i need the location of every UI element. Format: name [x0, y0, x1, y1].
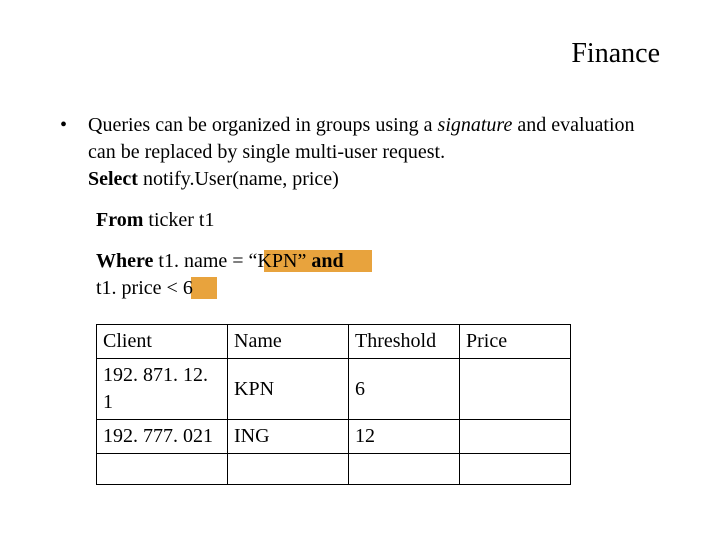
select-rest: notify.User(name, price) [138, 168, 339, 190]
bullet-marker: • [60, 112, 88, 193]
data-table-wrap: Client Name Threshold Price 192. 871. 12… [96, 324, 660, 485]
table-header-cell: Price [460, 325, 571, 359]
table-cell [228, 454, 349, 485]
table-row: 192. 777. 021 ING 12 [97, 420, 571, 454]
bullet-line1-em: signature [438, 114, 513, 136]
slide: { "title": "Finance", "bullet": { "marke… [0, 0, 720, 540]
where-clause: Where t1. name = “KPN” and t1. price < 6 [96, 248, 660, 302]
slide-title: Finance [571, 38, 660, 70]
from-rest: ticker t1 [143, 209, 214, 231]
table-cell [460, 359, 571, 420]
bullet-item: • Queries can be organized in groups usi… [60, 112, 660, 193]
table-cell: 12 [349, 420, 460, 454]
select-keyword: Select [88, 168, 138, 190]
highlight-2 [191, 277, 217, 299]
where-keyword: Where [96, 250, 153, 272]
from-clause: From ticker t1 [96, 207, 660, 234]
data-table: Client Name Threshold Price 192. 871. 12… [96, 324, 571, 485]
where-and: and [311, 250, 343, 272]
table-cell [97, 454, 228, 485]
where-line2-pre: t1. price < [96, 277, 183, 299]
table-header-cell: Threshold [349, 325, 460, 359]
table-header-cell: Name [228, 325, 349, 359]
table-header-cell: Client [97, 325, 228, 359]
bullet-text: Queries can be organized in groups using… [88, 112, 660, 193]
table-header-row: Client Name Threshold Price [97, 325, 571, 359]
table-cell: 192. 871. 12. 1 [97, 359, 228, 420]
table-cell: 6 [349, 359, 460, 420]
table-cell [460, 420, 571, 454]
table-cell: ING [228, 420, 349, 454]
where-mid: t1. name = “KPN” [153, 250, 311, 272]
from-keyword: From [96, 209, 143, 231]
table-cell [349, 454, 460, 485]
table-cell: 192. 777. 021 [97, 420, 228, 454]
where-line2-val: 6 [183, 277, 193, 299]
bullet-line1-pre: Queries can be organized in groups using… [88, 114, 438, 136]
table-cell [460, 454, 571, 485]
table-row [97, 454, 571, 485]
table-cell: KPN [228, 359, 349, 420]
slide-body: • Queries can be organized in groups usi… [60, 112, 660, 485]
table-row: 192. 871. 12. 1 KPN 6 [97, 359, 571, 420]
